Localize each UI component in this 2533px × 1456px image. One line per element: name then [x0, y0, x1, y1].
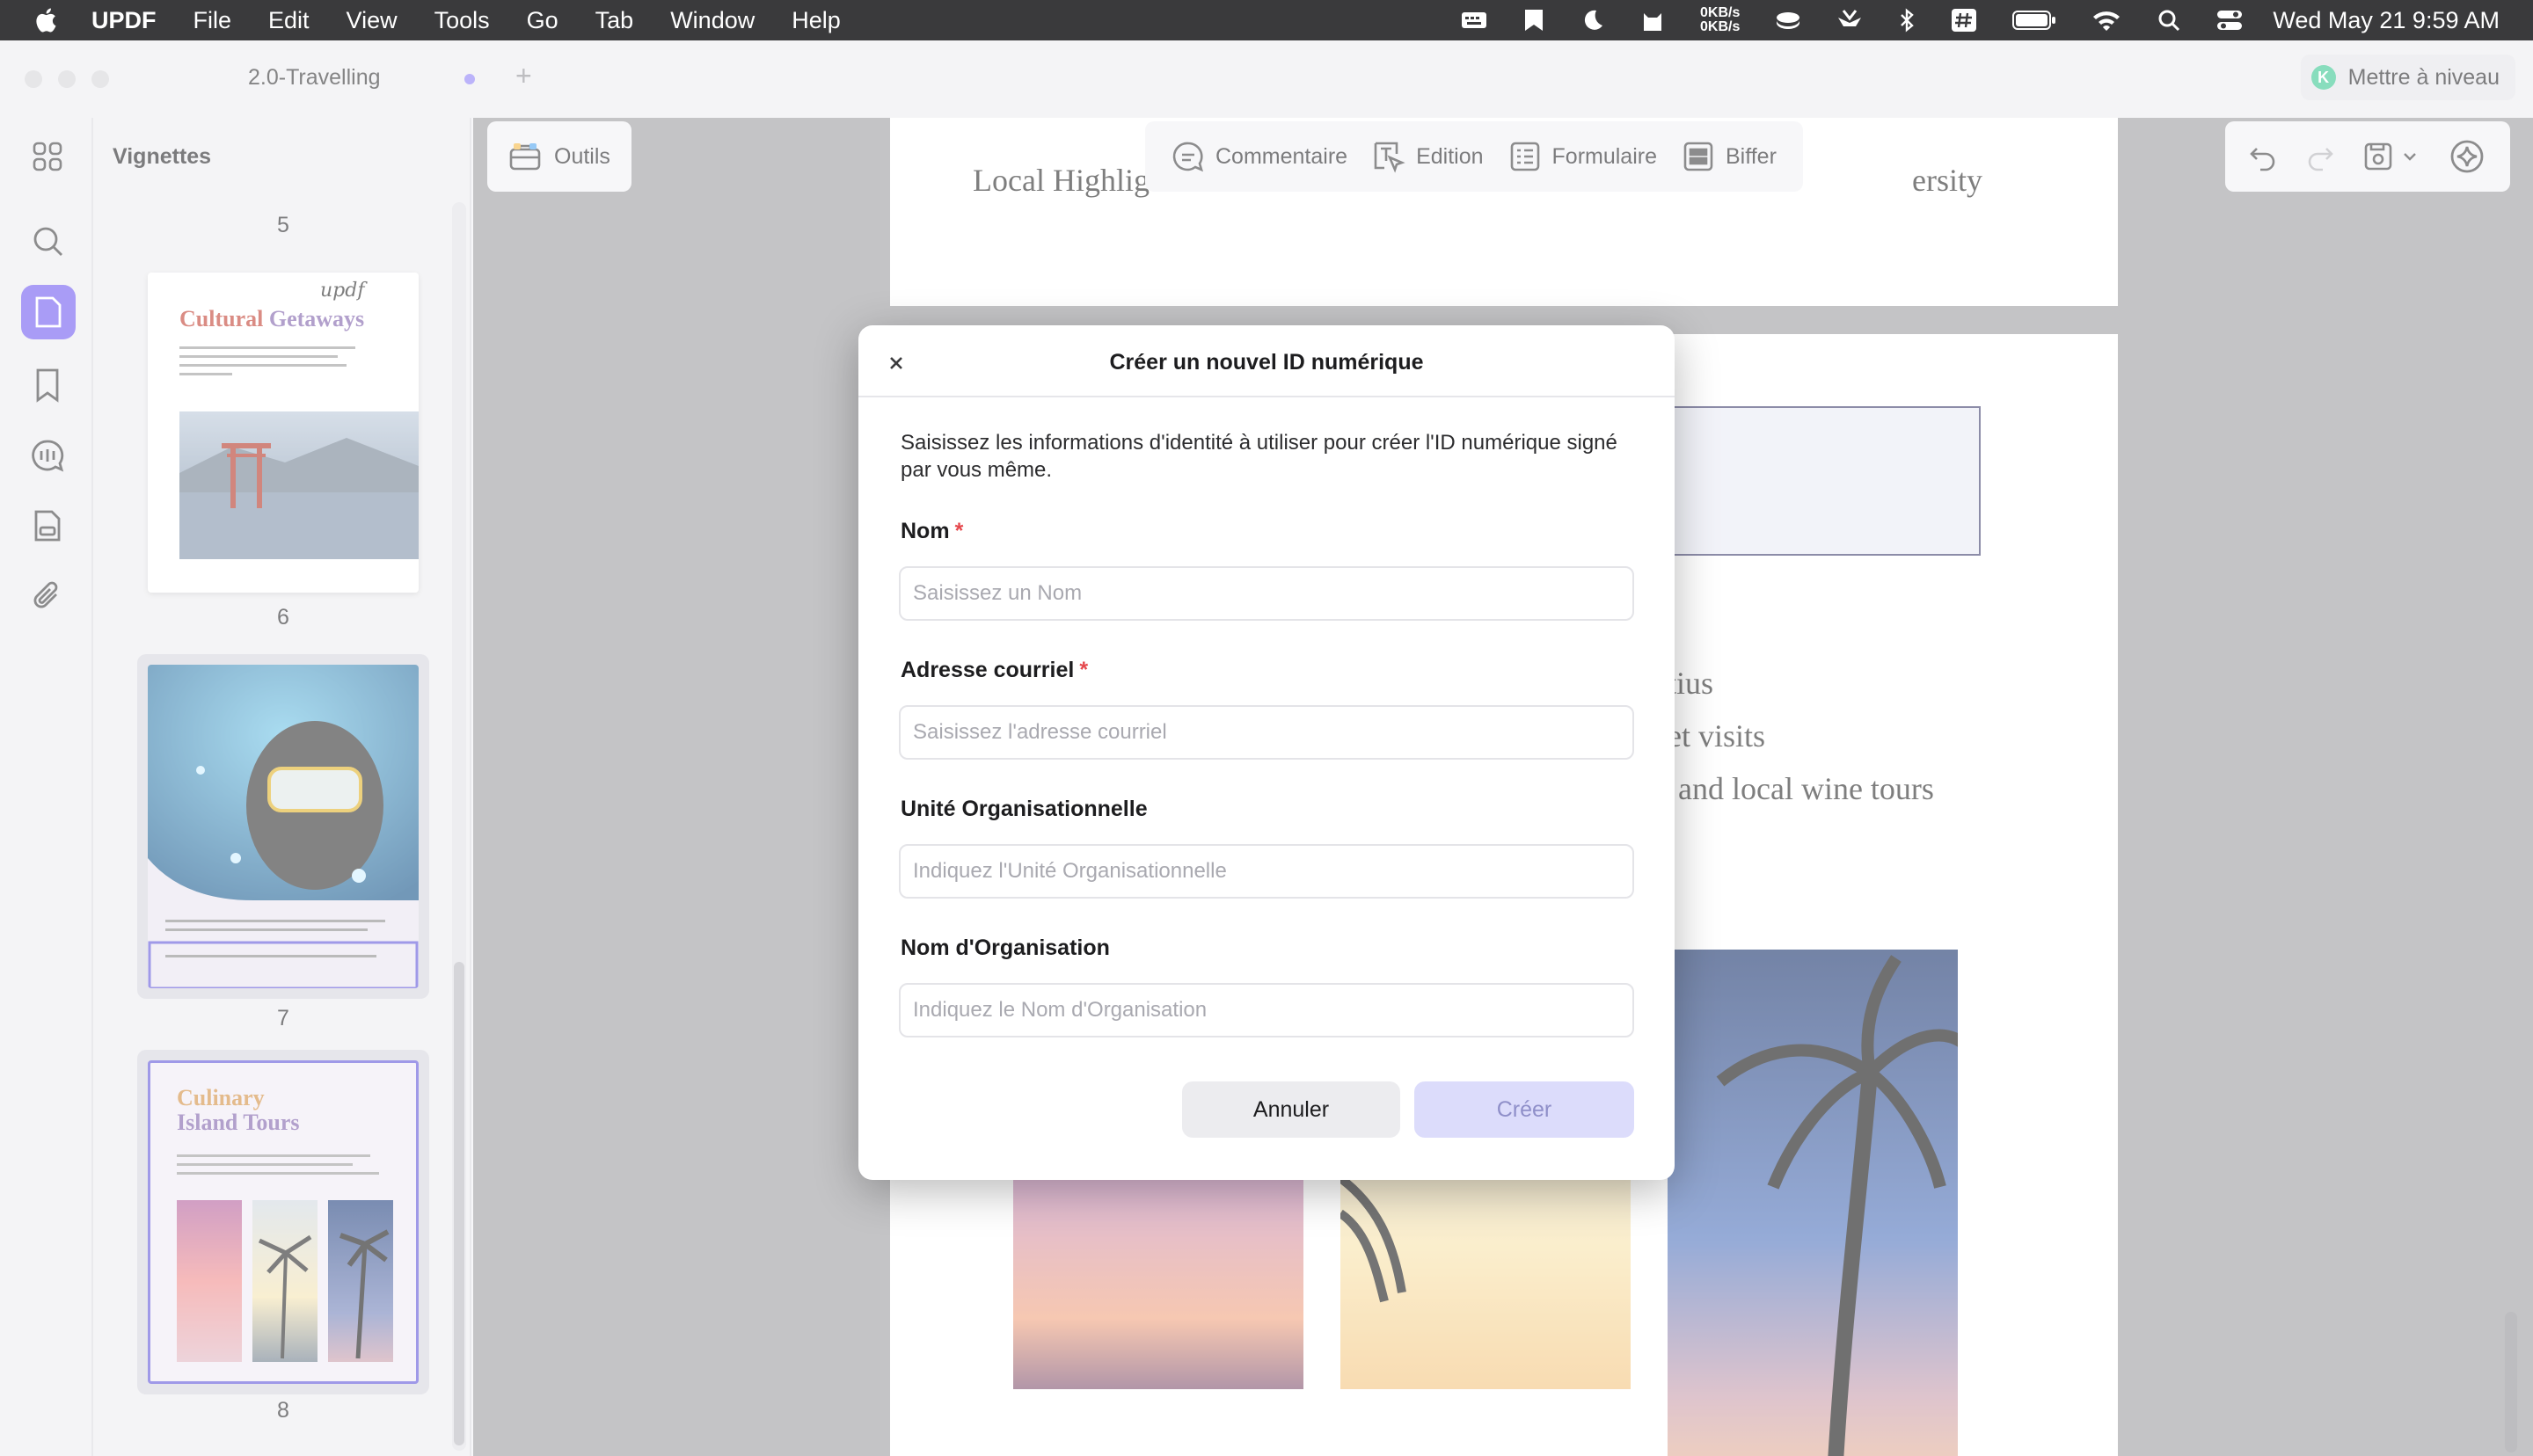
- menu-tools[interactable]: Tools: [434, 7, 490, 34]
- bluetooth-icon[interactable]: [1898, 8, 1916, 33]
- org-unit-field-label: Unité Organisationnelle: [901, 797, 1148, 821]
- status-area: 0KB/s 0KB/s Wed May 21 9:59 AM: [1443, 0, 2533, 40]
- menu-bar: UPDF File Edit View Tools Go Tab Window …: [0, 0, 2533, 40]
- menu-window[interactable]: Window: [670, 7, 755, 34]
- bookmark-status-icon[interactable]: [1522, 8, 1545, 33]
- wifi-icon[interactable]: [2091, 9, 2121, 32]
- required-marker: *: [1079, 658, 1089, 682]
- menu-go[interactable]: Go: [527, 7, 558, 34]
- spotlight-search-icon[interactable]: [2157, 8, 2181, 33]
- dialog-divider: [858, 396, 1675, 397]
- menu-app-name[interactable]: UPDF: [91, 7, 157, 34]
- dialog-title: Créer un nouvel ID numérique: [1109, 350, 1424, 375]
- name-field-label: Nom *: [901, 519, 964, 543]
- menu-help[interactable]: Help: [792, 7, 841, 34]
- network-speed: 0KB/s 0KB/s: [1700, 6, 1740, 34]
- email-field[interactable]: [899, 705, 1634, 760]
- menu-file[interactable]: File: [193, 7, 232, 34]
- name-field[interactable]: [899, 566, 1634, 621]
- moon-icon[interactable]: [1580, 8, 1605, 33]
- menu-tab[interactable]: Tab: [595, 7, 634, 34]
- network-down: 0KB/s: [1700, 19, 1741, 34]
- cancel-button[interactable]: Annuler: [1182, 1081, 1400, 1138]
- network-up: 0KB/s: [1700, 5, 1741, 20]
- keyboard-icon[interactable]: [1461, 10, 1487, 31]
- disk-icon[interactable]: [1775, 10, 1801, 31]
- create-digital-id-dialog: Créer un nouvel ID numérique Saisissez l…: [858, 325, 1675, 1180]
- menu-edit[interactable]: Edit: [268, 7, 310, 34]
- menu-view[interactable]: View: [347, 7, 398, 34]
- battery-icon[interactable]: [2012, 10, 2056, 31]
- control-center-icon[interactable]: [2216, 8, 2243, 33]
- org-name-field-label: Nom d'Organisation: [901, 935, 1110, 960]
- apple-icon[interactable]: [33, 6, 62, 34]
- clock[interactable]: Wed May 21 9:59 AM: [2273, 7, 2500, 34]
- dialog-description: Saisissez les informations d'identité à …: [901, 431, 1617, 482]
- tray-icon[interactable]: [1836, 9, 1863, 32]
- org-unit-field[interactable]: [899, 844, 1634, 899]
- org-name-field[interactable]: [899, 983, 1634, 1037]
- email-field-label: Adresse courriel *: [901, 658, 1089, 682]
- cat-icon[interactable]: [1640, 8, 1665, 33]
- required-marker: *: [954, 519, 964, 543]
- create-button[interactable]: Créer: [1414, 1081, 1634, 1138]
- hashtag-icon[interactable]: [1951, 8, 1977, 33]
